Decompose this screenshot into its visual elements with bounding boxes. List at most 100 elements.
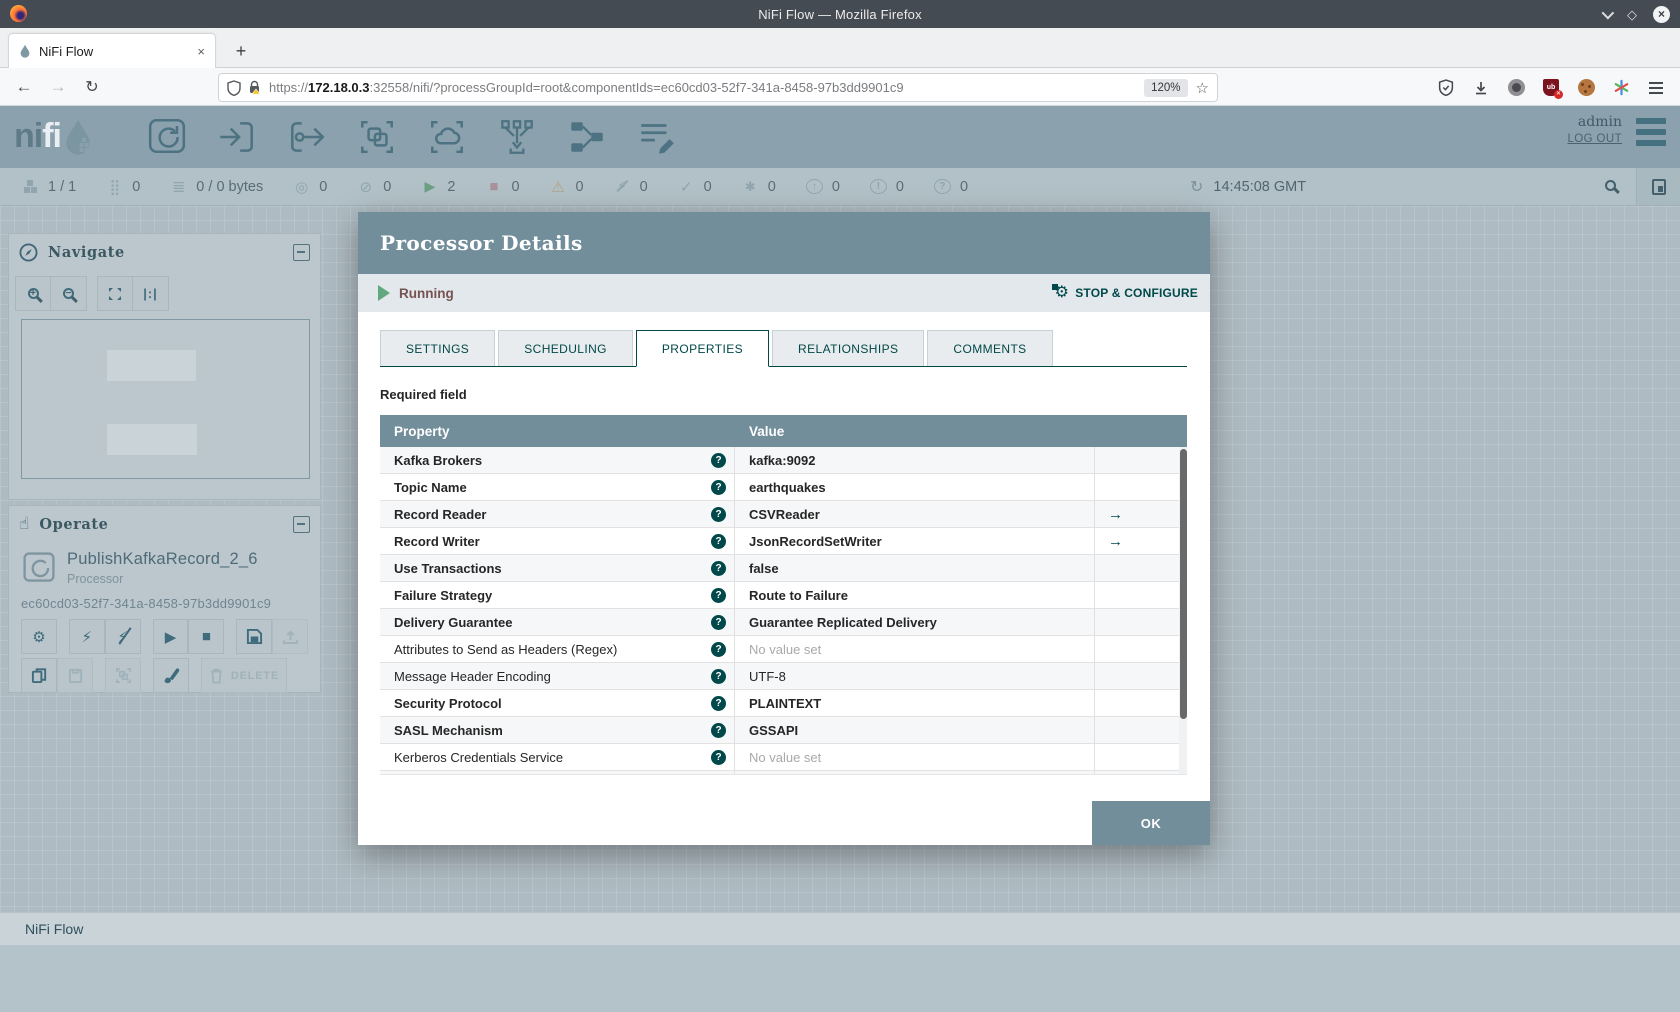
create-template-button[interactable] (236, 619, 273, 654)
zoom-out-button[interactable]: − (51, 276, 87, 311)
window-titlebar: NiFi Flow — Mozilla Firefox ◇ × (0, 0, 1680, 28)
shield-icon[interactable] (227, 79, 241, 96)
ublock-icon[interactable]: ub (1541, 78, 1563, 99)
collapse-operate-icon[interactable] (293, 515, 310, 533)
close-window-icon[interactable]: × (1653, 5, 1670, 23)
help-icon[interactable]: ? (711, 560, 726, 576)
property-name: Use Transactions (394, 560, 502, 576)
back-button[interactable]: ← (10, 73, 38, 101)
stop-configure-button[interactable]: ⚙ STOP & CONFIGURE (1051, 284, 1198, 301)
tab-settings[interactable]: SETTINGS (380, 330, 496, 366)
property-row: Kafka Brokers ? kafka:9092 → (380, 447, 1187, 474)
global-menu-icon[interactable] (1636, 112, 1666, 146)
property-name: SASL Mechanism (394, 722, 503, 738)
status-item: 0 (805, 179, 840, 195)
shield-check-icon[interactable] (1436, 78, 1456, 98)
help-icon[interactable]: ? (711, 614, 726, 630)
scrollbar-thumb[interactable] (1179, 449, 1187, 719)
remote-process-group-icon[interactable] (426, 116, 468, 158)
stop-configure-icon: ⚙ (1051, 284, 1070, 301)
property-value: false (735, 555, 1095, 581)
help-icon[interactable]: ? (711, 749, 726, 765)
tab-relationships[interactable]: RELATIONSHIPS (772, 330, 925, 366)
help-icon[interactable]: ? (711, 641, 726, 657)
url-bar[interactable]: https://172.18.0.3:32558/nifi/?processGr… (218, 73, 1218, 102)
start-button[interactable]: ▶ (152, 619, 189, 654)
help-icon[interactable]: ? (711, 452, 726, 468)
locally-modified-stale-icon (869, 179, 887, 194)
dialog-status-bar: Running ⚙ STOP & CONFIGURE (358, 274, 1210, 312)
delete-label: DELETE (230, 669, 280, 682)
queued-icon (170, 178, 187, 195)
help-icon[interactable]: ? (711, 668, 726, 684)
url-text[interactable]: https://172.18.0.3:32558/nifi/?processGr… (269, 80, 1144, 95)
property-value: earthquakes (735, 474, 1095, 500)
menu-icon[interactable] (1646, 78, 1666, 98)
toggle-panel-button[interactable] (1636, 168, 1680, 205)
help-icon[interactable]: ? (711, 506, 726, 522)
stop-button[interactable]: ■ (188, 619, 225, 654)
invalid-icon (550, 178, 567, 195)
maximize-icon[interactable]: ◇ (1627, 8, 1637, 21)
breadcrumb[interactable]: NiFi Flow (25, 921, 83, 937)
property-row: Record Reader ? CSVReader → (380, 501, 1187, 528)
search-icon[interactable] (1605, 178, 1616, 196)
ok-button[interactable]: OK (1092, 801, 1210, 845)
browser-tab[interactable]: NiFi Flow × (8, 33, 216, 68)
transmitting-icon (293, 178, 310, 195)
new-tab-button[interactable]: + (228, 38, 254, 64)
status-item: 0 / 0 bytes (170, 178, 263, 195)
label-icon[interactable] (636, 116, 678, 158)
help-icon[interactable]: ? (711, 533, 726, 549)
process-group-icon[interactable] (356, 116, 398, 158)
status-item: 0 (678, 178, 712, 195)
go-to-service-icon[interactable]: → (1108, 533, 1123, 550)
tab-scheduling[interactable]: SCHEDULING (498, 330, 633, 366)
logout-link[interactable]: LOG OUT (1567, 133, 1622, 145)
fill-color-button[interactable] (153, 658, 189, 693)
processor-icon[interactable] (146, 116, 188, 158)
zoom-in-button[interactable]: + (15, 276, 51, 311)
minimize-icon[interactable] (1601, 6, 1615, 19)
copy-button[interactable] (21, 658, 57, 693)
input-port-icon[interactable] (216, 116, 258, 158)
bookmark-star-icon[interactable]: ☆ (1196, 79, 1209, 97)
nifi-logo: nifi (14, 114, 95, 158)
multiaccount-containers-icon[interactable] (1611, 78, 1631, 98)
output-port-icon[interactable] (286, 116, 328, 158)
close-tab-icon[interactable]: × (197, 44, 205, 59)
tab-comments[interactable]: COMMENTS (927, 330, 1053, 366)
property-name: Failure Strategy (394, 587, 493, 603)
privacy-badger-icon[interactable] (1506, 78, 1526, 98)
zoom-level-badge[interactable]: 120% (1144, 78, 1188, 97)
configure-button[interactable]: ⚙ (21, 619, 57, 654)
tab-properties[interactable]: PROPERTIES (635, 330, 770, 367)
cookie-extension-icon[interactable] (1576, 78, 1596, 98)
current-user: admin (1577, 113, 1622, 130)
enable-button[interactable]: ⚡ (68, 619, 105, 654)
property-name: Delivery Guarantee (394, 614, 513, 630)
template-icon[interactable] (566, 116, 608, 158)
zoom-fit-button[interactable] (97, 276, 133, 311)
go-to-service-icon[interactable]: → (1108, 506, 1123, 523)
birdseye-minimap[interactable] (21, 319, 310, 479)
forward-button[interactable]: → (44, 73, 72, 101)
funnel-icon[interactable] (496, 116, 538, 158)
collapse-navigate-icon[interactable] (293, 243, 310, 261)
status-item: 1 / 1 (22, 178, 76, 195)
disable-button[interactable]: ⚡ (104, 619, 141, 654)
help-icon[interactable]: ? (711, 479, 726, 495)
refresh-icon[interactable]: ↻ (1190, 177, 1203, 197)
selected-component-id: ec60cd03-52f7-341a-8458-97b3dd9901c9 (21, 596, 272, 611)
zoom-actual-button[interactable]: |:| (133, 276, 169, 311)
property-name: Attributes to Send as Headers (Regex) (394, 641, 618, 657)
property-row: Topic Name ? earthquakes → (380, 474, 1187, 501)
reload-button[interactable]: ↻ (78, 73, 106, 101)
help-icon[interactable]: ? (711, 722, 726, 738)
help-icon[interactable]: ? (711, 695, 726, 711)
help-icon[interactable]: ? (711, 587, 726, 603)
downloads-icon[interactable] (1471, 78, 1491, 98)
table-scrollbar[interactable] (1179, 447, 1187, 774)
lock-icon[interactable] (248, 80, 261, 95)
dialog-tabs: SETTINGS SCHEDULING PROPERTIES RELATIONS… (380, 330, 1187, 367)
